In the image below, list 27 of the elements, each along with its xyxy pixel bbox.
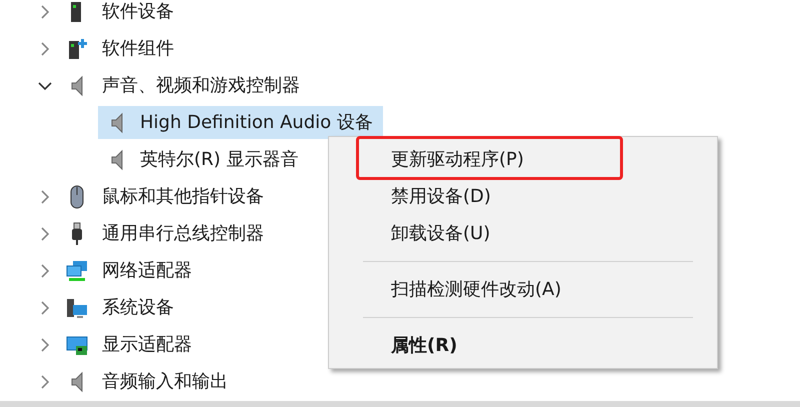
chevron-right-icon[interactable]: [40, 190, 50, 204]
menu-item[interactable]: 扫描检测硬件改动(A): [391, 276, 562, 303]
chevron-right-icon[interactable]: [40, 300, 50, 314]
tree-item-label[interactable]: 软件设备: [102, 0, 174, 25]
chevron-right-icon[interactable]: [40, 42, 50, 56]
tree-item-label[interactable]: 声音、视频和游戏控制器: [102, 72, 300, 99]
menu-item[interactable]: 卸载设备(U): [391, 220, 490, 247]
component-icon: [66, 36, 88, 60]
network-icon: [66, 258, 88, 282]
chevron-down-icon[interactable]: [38, 80, 52, 90]
chevron-right-icon[interactable]: [40, 4, 50, 18]
tree-item[interactable]: High Definition Audio 设备: [98, 106, 383, 139]
tree-item-label[interactable]: 鼠标和其他指针设备: [102, 183, 264, 210]
tree-item-label[interactable]: 网络适配器: [102, 257, 192, 284]
menu-item[interactable]: 属性(R): [391, 332, 458, 359]
chevron-right-icon[interactable]: [40, 226, 50, 240]
tree-item-label[interactable]: 系统设备: [102, 294, 174, 321]
menu-item[interactable]: 更新驱动程序(P): [391, 146, 524, 173]
chevron-right-icon[interactable]: [40, 374, 50, 388]
tree-item-label[interactable]: 通用串行总线控制器: [102, 220, 264, 247]
chevron-right-icon[interactable]: [40, 338, 50, 352]
tree-item[interactable]: 英特尔(R) 显示器音: [98, 143, 308, 176]
chevron-right-icon[interactable]: [40, 264, 50, 278]
tree-item-label[interactable]: 音频输入和输出: [102, 368, 228, 395]
menu-item[interactable]: 禁用设备(D): [391, 183, 491, 210]
tree-item-label[interactable]: 显示适配器: [102, 331, 192, 358]
tree-item-label[interactable]: 软件组件: [102, 35, 174, 62]
